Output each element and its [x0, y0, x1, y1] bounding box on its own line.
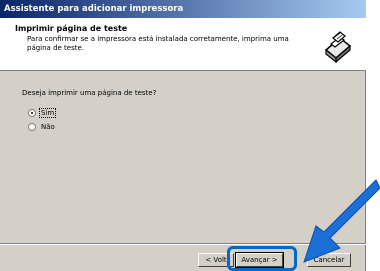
pointer-arrow-icon — [303, 179, 380, 263]
test-page-question: Deseja imprimir uma página de teste? — [22, 89, 157, 97]
header-description: Para confirmar se a impressora está inst… — [27, 35, 289, 52]
radio-label-nao: Não — [41, 123, 55, 131]
printer-icon — [324, 31, 352, 64]
header-title: Imprimir página de teste — [15, 24, 128, 33]
next-button-highlight — [227, 246, 297, 271]
radio-button-checked[interactable] — [28, 109, 36, 117]
radio-button-unchecked[interactable] — [28, 123, 36, 131]
radio-option-nao[interactable]: Não — [28, 121, 56, 133]
radio-option-sim[interactable]: Sim — [28, 107, 57, 119]
radio-label-sim: Sim — [38, 108, 57, 118]
title-bar[interactable]: Assistente para adicionar impressora — [0, 0, 366, 18]
wizard-header: Imprimir página de teste Para confirmar … — [0, 18, 366, 71]
window-title: Assistente para adicionar impressora — [4, 4, 184, 14]
